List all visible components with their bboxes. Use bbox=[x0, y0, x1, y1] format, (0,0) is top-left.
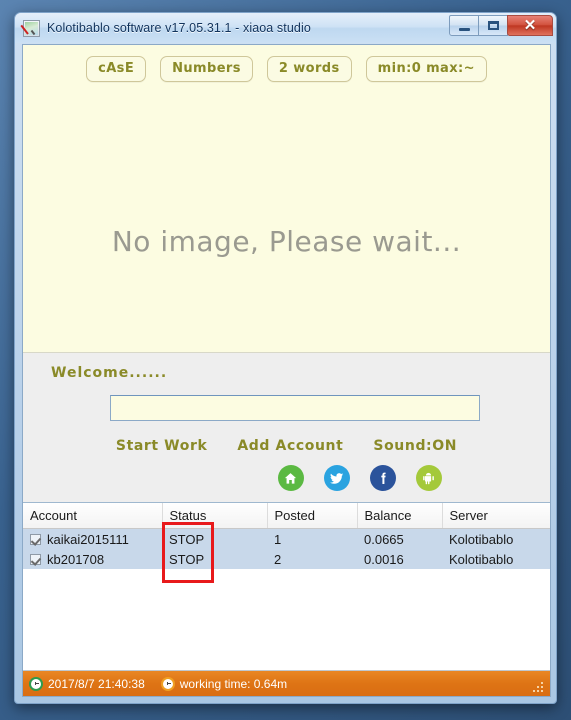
cell-status: STOP bbox=[162, 528, 267, 549]
window-title: Kolotibablo software v17.05.31.1 - xiaoa… bbox=[47, 21, 311, 35]
cell-posted: 2 bbox=[267, 549, 357, 569]
minimize-icon bbox=[458, 27, 470, 31]
no-image-placeholder: No image, Please wait... bbox=[111, 225, 462, 258]
table-row[interactable]: kaikai2015111 STOP 1 0.0665 Kolotibablo bbox=[23, 528, 550, 549]
accounts-table-container: Account Status Posted Balance Server kai… bbox=[23, 502, 550, 672]
words-button[interactable]: 2 words bbox=[266, 56, 352, 82]
captcha-image-panel: cAsE Numbers 2 words min:0 max:~ No imag… bbox=[23, 45, 550, 352]
cell-account: kaikai2015111 bbox=[23, 529, 162, 549]
row-checkbox[interactable] bbox=[30, 533, 41, 545]
minimize-button[interactable] bbox=[449, 15, 479, 36]
column-header-account[interactable]: Account bbox=[23, 503, 163, 529]
maximize-button[interactable] bbox=[478, 15, 508, 36]
cell-server: Kolotibablo bbox=[442, 528, 550, 549]
account-name: kb201708 bbox=[47, 551, 105, 567]
cell-server: Kolotibablo bbox=[442, 549, 550, 569]
numbers-button[interactable]: Numbers bbox=[160, 56, 253, 82]
row-checkbox[interactable] bbox=[30, 553, 41, 565]
minmax-button[interactable]: min:0 max:~ bbox=[365, 56, 487, 82]
facebook-icon[interactable] bbox=[369, 465, 396, 491]
column-header-status[interactable]: Status bbox=[162, 503, 268, 529]
add-account-link[interactable]: Add Account bbox=[237, 438, 343, 454]
table-header-row: Account Status Posted Balance Server bbox=[23, 503, 550, 529]
cell-balance: 0.0016 bbox=[357, 549, 442, 569]
start-work-link[interactable]: Start Work bbox=[116, 438, 207, 454]
welcome-label: Welcome...... bbox=[51, 365, 168, 381]
status-datetime: 2017/8/7 21:40:38 bbox=[48, 676, 145, 691]
accounts-table: Account Status Posted Balance Server kai… bbox=[23, 503, 550, 569]
action-links: Start Work Add Account Sound:ON bbox=[23, 438, 550, 454]
twitter-icon[interactable] bbox=[323, 465, 350, 491]
clock-icon bbox=[29, 676, 43, 691]
picture-pen-icon bbox=[20, 19, 40, 37]
captcha-toolbar: cAsE Numbers 2 words min:0 max:~ bbox=[23, 56, 550, 82]
answer-input[interactable] bbox=[110, 395, 480, 421]
title-bar[interactable]: Kolotibablo software v17.05.31.1 - xiaoa… bbox=[15, 13, 556, 43]
cell-status: STOP bbox=[162, 549, 267, 569]
control-panel: Welcome...... Start Work Add Account Sou… bbox=[23, 352, 550, 502]
close-icon: ✕ bbox=[523, 17, 537, 34]
column-header-posted[interactable]: Posted bbox=[267, 503, 358, 529]
status-bar: 2017/8/7 21:40:38 working time: 0.64m bbox=[23, 670, 550, 696]
case-button[interactable]: cAsE bbox=[86, 56, 147, 82]
resize-grip[interactable] bbox=[533, 680, 546, 693]
client-area: cAsE Numbers 2 words min:0 max:~ No imag… bbox=[22, 44, 551, 697]
home-icon[interactable] bbox=[277, 465, 304, 491]
cell-balance: 0.0665 bbox=[357, 528, 442, 549]
account-name: kaikai2015111 bbox=[47, 531, 129, 547]
column-header-balance[interactable]: Balance bbox=[357, 503, 443, 529]
clock-icon bbox=[160, 676, 175, 691]
sound-toggle-link[interactable]: Sound:ON bbox=[373, 438, 457, 454]
cell-account: kb201708 bbox=[23, 549, 162, 569]
cell-posted: 1 bbox=[267, 528, 357, 549]
table-row[interactable]: kb201708 STOP 2 0.0016 Kolotibablo bbox=[23, 549, 550, 569]
android-icon[interactable] bbox=[415, 465, 442, 491]
application-window: Kolotibablo software v17.05.31.1 - xiaoa… bbox=[14, 12, 557, 704]
column-header-server[interactable]: Server bbox=[442, 503, 550, 529]
close-button[interactable]: ✕ bbox=[507, 15, 553, 36]
status-working-time: working time: 0.64m bbox=[179, 676, 288, 691]
maximize-icon bbox=[487, 21, 499, 30]
window-controls: ✕ bbox=[449, 15, 553, 37]
social-links bbox=[23, 465, 550, 491]
